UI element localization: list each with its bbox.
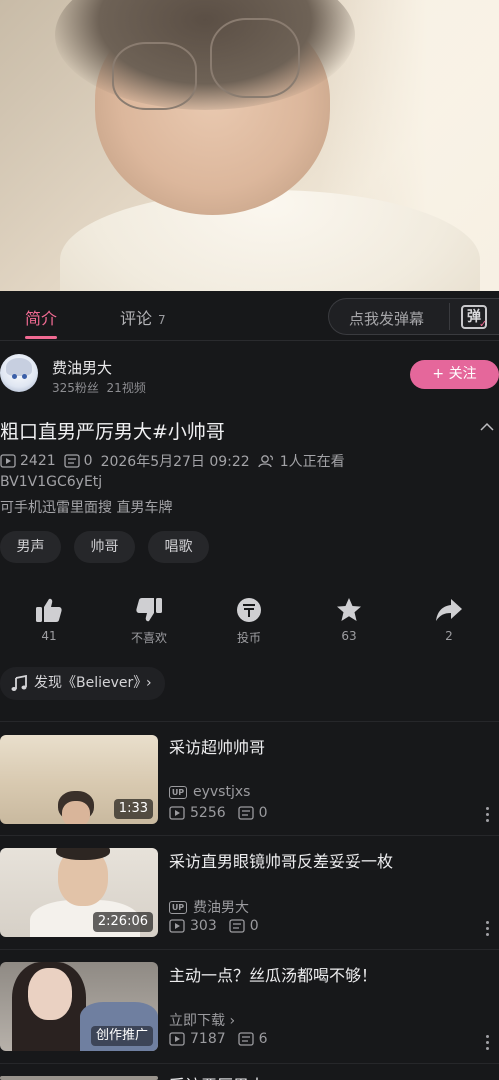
tag-chip[interactable]: 唱歌 [148,531,209,563]
section-divider [0,949,499,950]
thumb-up-icon [36,598,62,622]
danmu-divider [449,303,450,330]
related-play-count: 5256 [190,805,226,821]
video-bvid: BV1V1GC6yEtj [0,474,103,490]
tab-intro[interactable]: 简介 [25,305,57,329]
coin-label: 投币 [236,631,261,645]
section-divider [0,721,499,722]
play-count: 2421 [20,453,56,469]
play-count-icon [0,454,16,468]
tag-chip[interactable]: 男声 [0,531,61,563]
related-video-title[interactable]: 采访超帅帅哥 [169,734,265,758]
video-player[interactable] [0,0,499,291]
uploader-followers: 325粉丝 [52,381,99,395]
thumbnail-face [62,801,90,824]
danmaku-count-icon [237,1032,254,1046]
more-options-icon[interactable] [486,921,490,939]
follow-button[interactable]: + 关注 [410,360,499,389]
play-count-icon [169,919,185,933]
thumbnail-face [28,968,72,1020]
tag-chip[interactable]: 帅哥 [74,531,135,563]
dislike-label: 不喜欢 [130,631,167,645]
video-description: 可手机迅雷里面搜 直男车牌 [0,500,173,516]
related-video-title[interactable]: 采访直男眼镜帅哥反差妥妥一枚 [169,848,393,872]
related-video-thumbnail[interactable]: 创作推广 [0,962,158,1051]
section-divider [0,1063,499,1064]
danmaku-count: 0 [83,453,93,469]
music-label: 发现《Believer》 [34,675,148,691]
publish-date: 2026年5月27日 09:22 [100,454,250,470]
uploader-video-count: 21视频 [106,381,146,395]
video-person-glasses-right [210,18,300,98]
avatar-eye-right [22,374,27,379]
watching-count: 1人正在看 [279,454,345,470]
danmu-input[interactable]: 点我发弹幕 弹 ✓ [328,298,499,335]
chevron-up-icon[interactable] [480,420,494,434]
video-title: 粗口直男严厉男大#小帅哥 [0,421,225,443]
related-play-count: 7187 [190,1031,226,1047]
avatar-hair [6,358,32,376]
music-chip[interactable]: 发现《Believer》 › [0,667,165,700]
danmaku-count-icon [229,919,245,933]
star-icon [337,598,361,621]
more-options-icon[interactable] [486,807,490,825]
dislike-button[interactable]: 不喜欢 [119,597,179,646]
related-danmaku-count: 0 [249,918,259,934]
up-badge-icon: UP [169,785,187,799]
favorite-button[interactable]: 63 [319,597,379,643]
chevron-right-icon: › [146,675,152,691]
tab-active-indicator [25,336,57,339]
related-video-uploader[interactable]: UP 费油男大 [169,897,249,917]
related-video-title[interactable]: 主动一点？丝瓜汤都喝不够！ [169,962,377,986]
related-danmaku-count: 6 [258,1031,268,1047]
related-video-thumbnail[interactable] [0,1076,158,1080]
tab-comments[interactable]: 评论 7 [120,305,166,329]
uploader-stats: 325粉丝 21视频 [52,379,146,396]
related-video-stats: 5256 0 [169,805,268,821]
video-meta: 2421 0 2026年5月27日 09:22 1人正在看 [0,451,345,471]
related-video-stats: 303 0 [169,918,259,934]
share-count: 2 [445,629,453,643]
danmaku-count-icon [63,454,80,468]
tab-comments-label: 评论 [120,309,153,328]
related-video-title[interactable]: 采访严厉男大 [169,1072,265,1080]
thumb-down-icon [136,598,162,622]
video-duration: 1:33 [113,799,153,819]
related-play-count: 303 [190,918,217,934]
video-person-glasses-left [112,42,197,110]
danmu-check-icon: ✓ [479,319,488,330]
like-button[interactable]: 41 [19,597,79,643]
share-icon [436,599,462,621]
play-count-icon [169,806,185,820]
danmu-placeholder: 点我发弹幕 [349,310,425,328]
coin-button[interactable]: 投币 [219,597,279,646]
danmaku-count-icon [237,806,254,820]
avatar-eye-left [12,374,17,379]
watching-icon [258,455,273,468]
play-count-icon [169,1032,185,1046]
favorite-count: 63 [341,629,357,643]
related-video-thumbnail[interactable]: 1:33 [0,735,158,824]
up-badge-icon: UP [169,900,187,914]
video-duration: 2:26:06 [92,912,153,932]
related-video-thumbnail[interactable]: 2:26:06 [0,848,158,937]
uploader-name[interactable]: 费油男大 [52,357,112,378]
music-note-icon [11,675,27,691]
more-options-icon[interactable] [486,1035,490,1053]
related-uploader-name: 费油男大 [193,900,249,916]
related-uploader-name: eyvstjxs [193,784,251,800]
uploader-avatar[interactable] [0,354,38,392]
coin-icon [237,598,261,622]
download-link[interactable]: 立即下载 › [169,1010,235,1030]
related-video-uploader[interactable]: UP eyvstjxs [169,784,250,800]
section-divider [0,835,499,836]
promo-badge: 创作推广 [90,1026,153,1046]
like-count: 41 [41,629,57,643]
download-link-label: 立即下载 › [169,1013,236,1029]
comment-count: 7 [158,313,166,327]
share-button[interactable]: 2 [419,597,479,643]
related-danmaku-count: 0 [258,805,268,821]
related-video-stats: 7187 6 [169,1031,268,1047]
